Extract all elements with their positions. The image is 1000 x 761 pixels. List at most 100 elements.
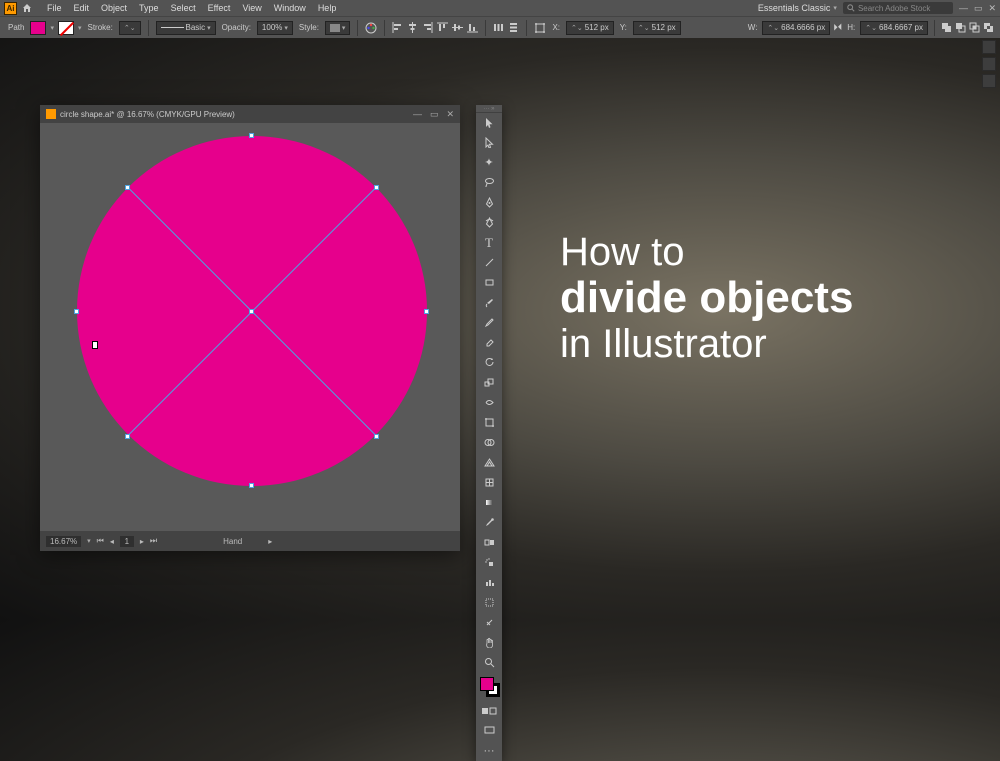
h-input[interactable]: ⌃⌄684.6667 px <box>860 21 928 35</box>
distribute-v-icon[interactable] <box>508 22 519 33</box>
brush-select[interactable]: Basic▾ <box>156 21 216 35</box>
paintbrush-tool[interactable] <box>476 293 502 313</box>
nav-prev-icon[interactable]: ◂ <box>110 537 114 546</box>
align-bottom-icon[interactable] <box>467 22 478 33</box>
scale-tool[interactable] <box>476 373 502 393</box>
menu-view[interactable]: View <box>236 3 267 13</box>
fill-color-icon[interactable] <box>480 677 494 691</box>
rectangle-tool[interactable] <box>476 273 502 293</box>
shape-intersect-icon[interactable] <box>969 22 980 33</box>
type-tool[interactable]: T <box>476 233 502 253</box>
mesh-tool[interactable] <box>476 473 502 493</box>
document-titlebar[interactable]: circle shape.ai* @ 16.67% (CMYK/GPU Prev… <box>40 105 460 123</box>
nav-next-icon[interactable]: ▸ <box>140 537 144 546</box>
distribute-h-icon[interactable] <box>493 22 504 33</box>
anchor-point[interactable] <box>125 185 130 190</box>
panel-tab[interactable] <box>982 74 996 88</box>
align-top-icon[interactable] <box>437 22 448 33</box>
magic-wand-tool[interactable]: ✦ <box>476 153 502 173</box>
lasso-tool[interactable] <box>476 173 502 193</box>
anchor-point[interactable] <box>125 434 130 439</box>
column-graph-tool[interactable] <box>476 573 502 593</box>
artboard-tool[interactable] <box>476 593 502 613</box>
free-transform-tool[interactable] <box>476 413 502 433</box>
workspace-switcher[interactable]: Essentials Classic ▾ <box>752 3 843 13</box>
recolor-icon[interactable] <box>365 22 377 34</box>
canvas[interactable] <box>40 123 460 531</box>
pencil-tool[interactable] <box>476 313 502 333</box>
shape-minus-icon[interactable] <box>955 22 966 33</box>
menu-select[interactable]: Select <box>165 3 202 13</box>
edit-toolbar-icon[interactable]: ··· <box>476 741 502 761</box>
maximize-icon[interactable]: ▭ <box>974 3 983 14</box>
shape-exclude-icon[interactable] <box>983 22 994 33</box>
slice-tool[interactable] <box>476 613 502 633</box>
search-input[interactable]: Search Adobe Stock <box>843 2 953 14</box>
chevron-down-icon[interactable]: ▾ <box>78 24 82 32</box>
doc-maximize-icon[interactable]: ▭ <box>430 109 439 120</box>
screen-mode-icon[interactable] <box>476 721 502 741</box>
anchor-point[interactable] <box>249 133 254 138</box>
selection-tool[interactable] <box>476 113 502 133</box>
w-input[interactable]: ⌃⌄684.6666 px <box>762 21 830 35</box>
zoom-tool[interactable] <box>476 653 502 673</box>
color-mode-icon[interactable] <box>476 701 502 721</box>
doc-minimize-icon[interactable]: — <box>413 109 422 120</box>
anchor-point[interactable] <box>249 309 254 314</box>
anchor-point[interactable] <box>374 185 379 190</box>
direct-selection-tool[interactable] <box>476 133 502 153</box>
align-right-icon[interactable] <box>422 22 433 33</box>
rotate-tool[interactable] <box>476 353 502 373</box>
chevron-right-icon[interactable]: ▸ <box>268 537 272 546</box>
stroke-swatch[interactable] <box>58 21 74 35</box>
anchor-point[interactable] <box>424 309 429 314</box>
toolbox-grip[interactable]: ··· » <box>476 105 502 113</box>
perspective-grid-tool[interactable] <box>476 453 502 473</box>
panel-tab[interactable] <box>982 57 996 71</box>
nav-first-icon[interactable]: ⏮ <box>97 536 104 546</box>
artboard-num[interactable]: 1 <box>120 536 134 547</box>
shape-union-icon[interactable] <box>941 22 952 33</box>
fill-swatch[interactable] <box>30 21 46 35</box>
menu-file[interactable]: File <box>41 3 68 13</box>
chevron-down-icon[interactable]: ▾ <box>50 24 54 32</box>
align-hcenter-icon[interactable] <box>407 22 418 33</box>
width-tool[interactable] <box>476 393 502 413</box>
menu-help[interactable]: Help <box>312 3 343 13</box>
eraser-tool[interactable] <box>476 333 502 353</box>
x-input[interactable]: ⌃⌄512 px <box>566 21 614 35</box>
hand-tool[interactable] <box>476 633 502 653</box>
shape-builder-tool[interactable] <box>476 433 502 453</box>
home-icon[interactable] <box>21 2 33 14</box>
y-input[interactable]: ⌃⌄512 px <box>633 21 681 35</box>
link-wh-icon[interactable]: ⏵⏴ <box>833 22 842 33</box>
menu-object[interactable]: Object <box>95 3 133 13</box>
curvature-tool[interactable] <box>476 213 502 233</box>
line-tool[interactable] <box>476 253 502 273</box>
zoom-display[interactable]: 16.67% <box>46 536 81 547</box>
chevron-down-icon[interactable]: ▾ <box>87 537 91 545</box>
pen-tool[interactable] <box>476 193 502 213</box>
nav-last-icon[interactable]: ⏭ <box>150 536 157 546</box>
menu-edit[interactable]: Edit <box>68 3 96 13</box>
stroke-weight-input[interactable]: ⌃⌄ <box>119 21 141 35</box>
transform-icon[interactable] <box>534 22 546 34</box>
anchor-point[interactable] <box>374 434 379 439</box>
menu-type[interactable]: Type <box>133 3 165 13</box>
panel-tab[interactable] <box>982 40 996 54</box>
menu-window[interactable]: Window <box>268 3 312 13</box>
style-select[interactable]: ▾ <box>325 21 351 35</box>
blend-tool[interactable] <box>476 533 502 553</box>
symbol-sprayer-tool[interactable] <box>476 553 502 573</box>
fill-stroke-control[interactable] <box>476 675 502 701</box>
minimize-icon[interactable]: — <box>959 3 968 14</box>
anchor-point[interactable] <box>74 309 79 314</box>
anchor-point[interactable] <box>249 483 254 488</box>
menu-effect[interactable]: Effect <box>202 3 237 13</box>
doc-close-icon[interactable]: ✕ <box>446 109 454 120</box>
eyedropper-tool[interactable] <box>476 513 502 533</box>
close-icon[interactable]: ✕ <box>988 3 996 14</box>
opacity-input[interactable]: 100%▾ <box>257 21 293 35</box>
gradient-tool[interactable] <box>476 493 502 513</box>
align-vcenter-icon[interactable] <box>452 22 463 33</box>
